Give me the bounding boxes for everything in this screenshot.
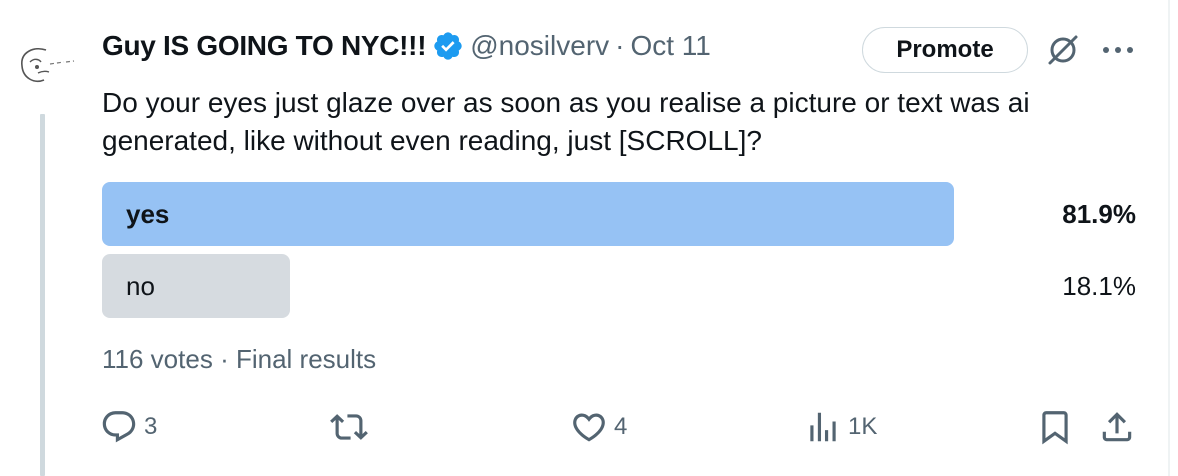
header-separator: · <box>615 30 625 61</box>
heart-icon <box>573 413 605 442</box>
author-display-name[interactable]: Guy IS GOING TO NYC!!! <box>102 30 427 62</box>
like-count: 4 <box>614 413 628 440</box>
poll-option-label: no <box>126 271 155 301</box>
poll-bar-yes <box>102 182 954 246</box>
poll-option-label: yes <box>126 199 170 229</box>
poll-option-no[interactable]: no 18.1% <box>102 254 1142 318</box>
grok-icon[interactable] <box>1044 32 1082 68</box>
reply-count: 3 <box>144 413 158 440</box>
tweet-header: Guy IS GOING TO NYC!!! @nosilverv · Oct … <box>102 24 711 68</box>
more-icon[interactable] <box>1100 40 1136 60</box>
views-button[interactable]: 1K <box>804 406 877 448</box>
poll-status: Final results <box>235 344 377 374</box>
repost-button[interactable] <box>330 406 374 448</box>
like-button[interactable]: 4 <box>570 406 627 448</box>
author-handle[interactable]: @nosilverv <box>470 30 609 62</box>
poll-option-yes[interactable]: yes 81.9% <box>102 182 1142 246</box>
avatar[interactable] <box>8 40 88 92</box>
poll-meta-separator: · <box>220 344 229 374</box>
poll-vote-count: 116 votes <box>102 344 213 374</box>
share-button[interactable] <box>1098 406 1136 448</box>
reply-icon <box>102 411 136 443</box>
thread-line <box>40 114 45 476</box>
tweet-text: Do your eyes just glaze over as soon as … <box>102 87 1030 156</box>
verified-badge-icon[interactable] <box>432 30 464 62</box>
repost-icon <box>330 414 368 440</box>
views-icon <box>810 412 836 442</box>
share-icon <box>1102 412 1132 442</box>
poll-meta: 116 votes · Final results <box>102 344 376 375</box>
bookmark-button[interactable] <box>1036 406 1074 448</box>
views-count: 1K <box>848 413 878 440</box>
poll-option-percent: 18.1% <box>1062 271 1136 301</box>
reply-button[interactable]: 3 <box>100 406 157 448</box>
bookmark-icon <box>1042 411 1068 445</box>
tweet-date[interactable]: Oct 11 <box>630 30 710 62</box>
right-divider <box>1168 0 1170 476</box>
poll-option-percent: 81.9% <box>1062 199 1136 229</box>
promote-button[interactable]: Promote <box>862 27 1028 73</box>
